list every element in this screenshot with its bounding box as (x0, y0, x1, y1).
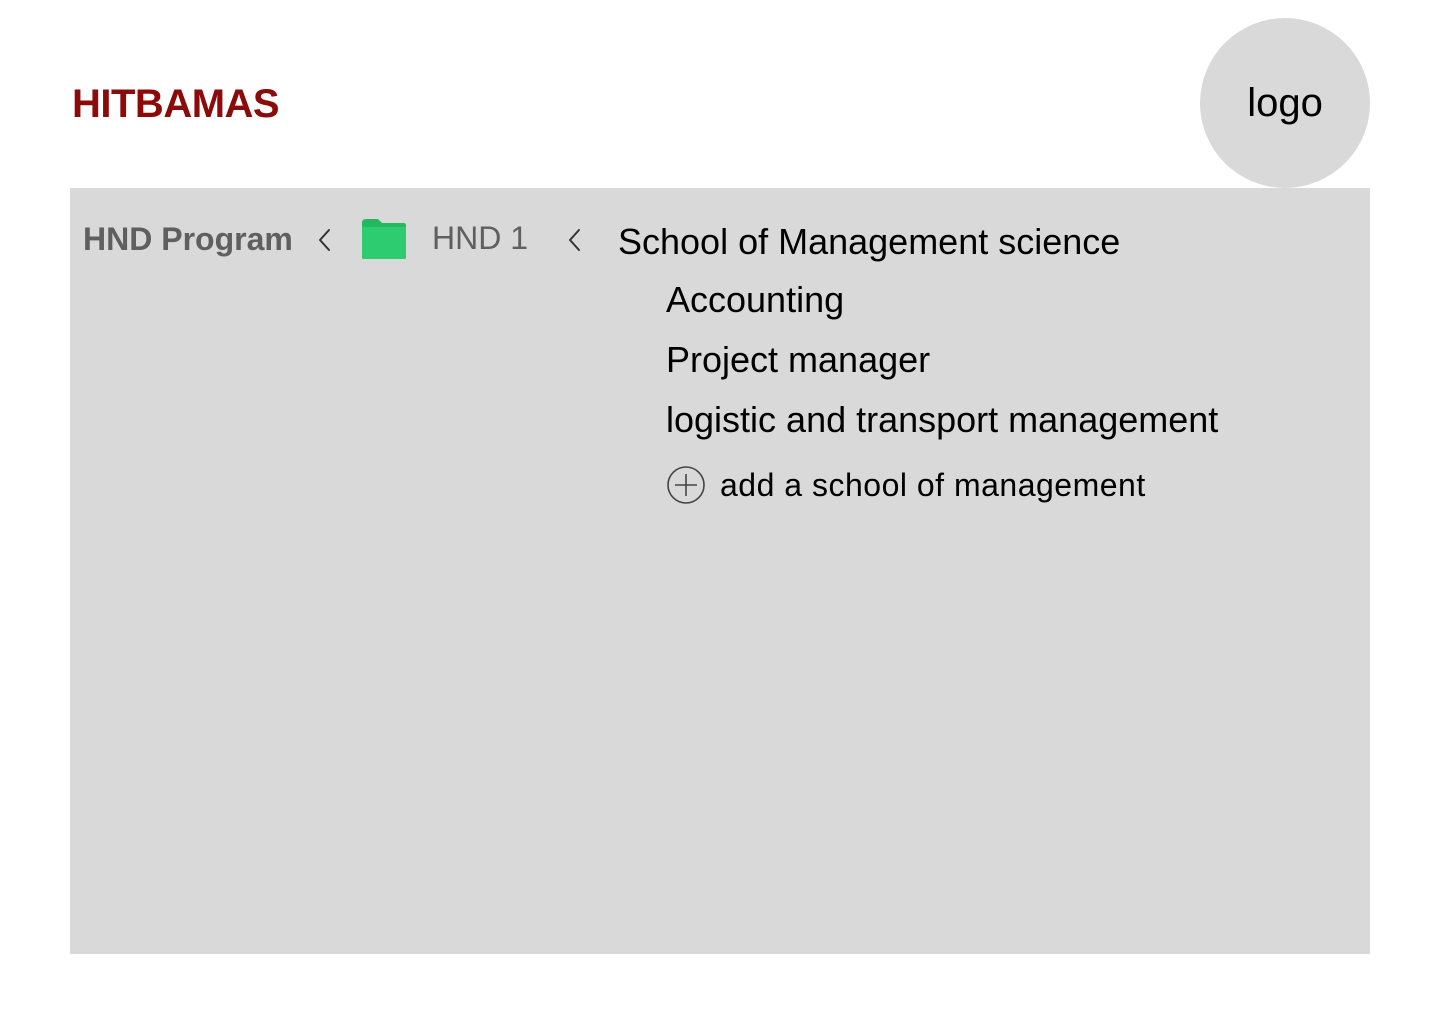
program-item-accounting[interactable]: Accounting (666, 278, 1218, 338)
folder-icon (362, 219, 406, 259)
logo: logo (1200, 18, 1370, 188)
chevron-left-icon[interactable] (564, 225, 586, 255)
program-item-project-manager[interactable]: Project manager (666, 338, 1218, 398)
program-list: Accounting Project manager logistic and … (666, 278, 1218, 458)
plus-circle-icon[interactable] (666, 465, 706, 505)
breadcrumb-hnd-1[interactable]: HND 1 (432, 220, 528, 257)
app-title: HITBAMAS (72, 82, 280, 126)
chevron-left-icon[interactable] (314, 225, 336, 255)
add-school-button[interactable]: add a school of management (666, 465, 1146, 505)
breadcrumb-hnd-program[interactable]: HND Program (83, 221, 293, 258)
content-panel: HND Program HND 1 School of Management s… (70, 188, 1370, 954)
school-title[interactable]: School of Management science (618, 221, 1120, 263)
add-school-label: add a school of management (720, 466, 1146, 503)
program-item-logistic-transport[interactable]: logistic and transport management (666, 398, 1218, 458)
